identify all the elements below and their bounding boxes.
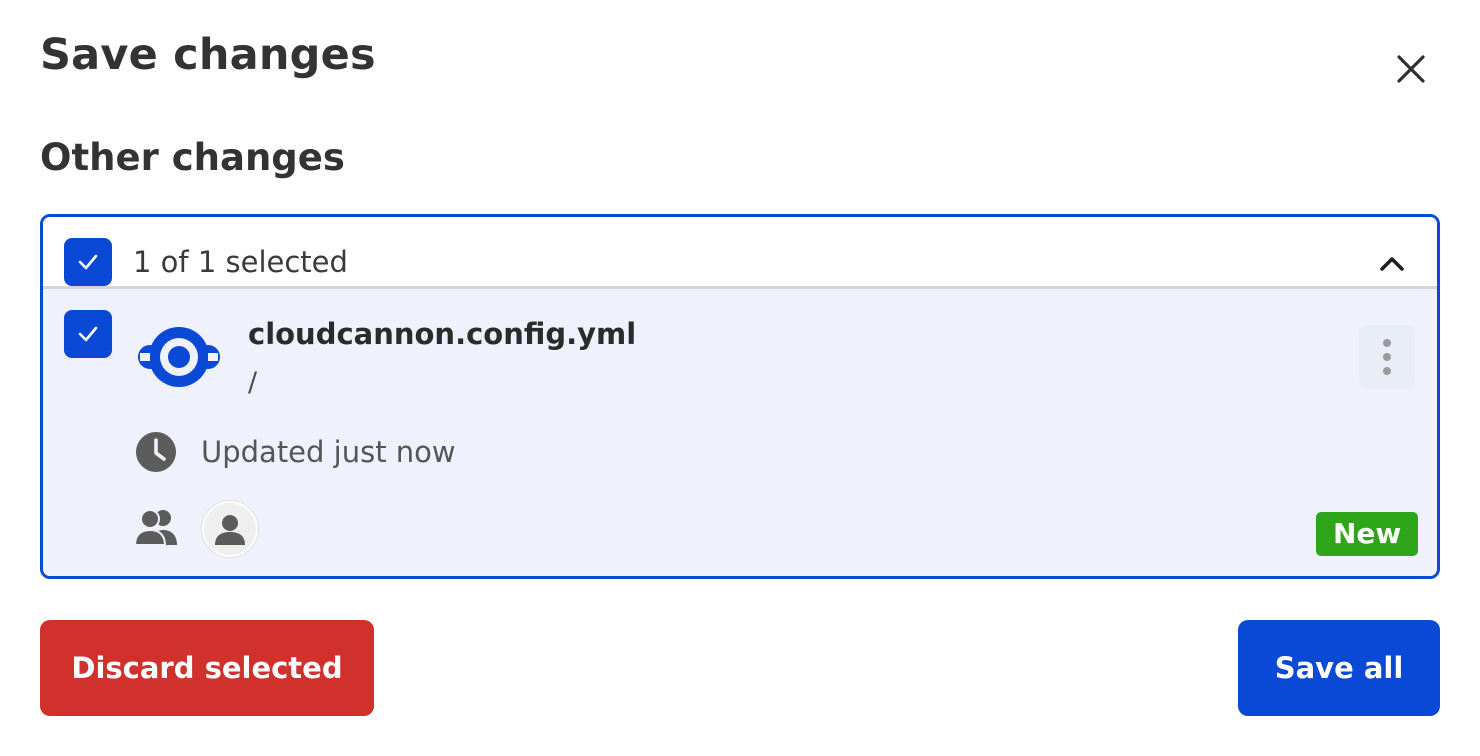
cloudcannon-logo-icon — [138, 327, 220, 387]
user-icon — [215, 515, 245, 545]
selection-count: 1 of 1 selected — [133, 245, 348, 279]
dialog-title: Save changes — [40, 30, 376, 80]
chevron-up-icon — [1380, 257, 1404, 271]
file-checkbox[interactable] — [64, 310, 112, 358]
panel-header: 1 of 1 selected — [43, 217, 1437, 289]
close-button[interactable] — [1388, 46, 1434, 92]
updated-timestamp: Updated just now — [201, 435, 456, 469]
avatar[interactable] — [202, 501, 258, 557]
file-path: / — [248, 367, 258, 398]
people-icon — [133, 509, 177, 546]
changes-panel: 1 of 1 selected cloudcannon.config.yml /… — [40, 214, 1440, 579]
file-row[interactable]: cloudcannon.config.yml / Updated just no… — [43, 289, 1437, 576]
checkmark-icon — [78, 326, 98, 342]
clock-icon — [136, 432, 176, 472]
section-title: Other changes — [40, 136, 345, 179]
select-all-checkbox[interactable] — [64, 238, 112, 286]
collapse-button[interactable] — [1369, 245, 1415, 281]
kebab-menu-icon — [1383, 339, 1391, 375]
close-icon — [1397, 55, 1425, 83]
save-changes-dialog: Save changes Other changes 1 of 1 select… — [0, 0, 1480, 756]
file-name: cloudcannon.config.yml — [248, 317, 637, 351]
save-all-button[interactable]: Save all — [1238, 620, 1440, 716]
checkmark-icon — [78, 254, 98, 270]
status-badge: New — [1316, 512, 1419, 556]
more-options-button[interactable] — [1359, 325, 1415, 389]
discard-selected-button[interactable]: Discard selected — [40, 620, 374, 716]
